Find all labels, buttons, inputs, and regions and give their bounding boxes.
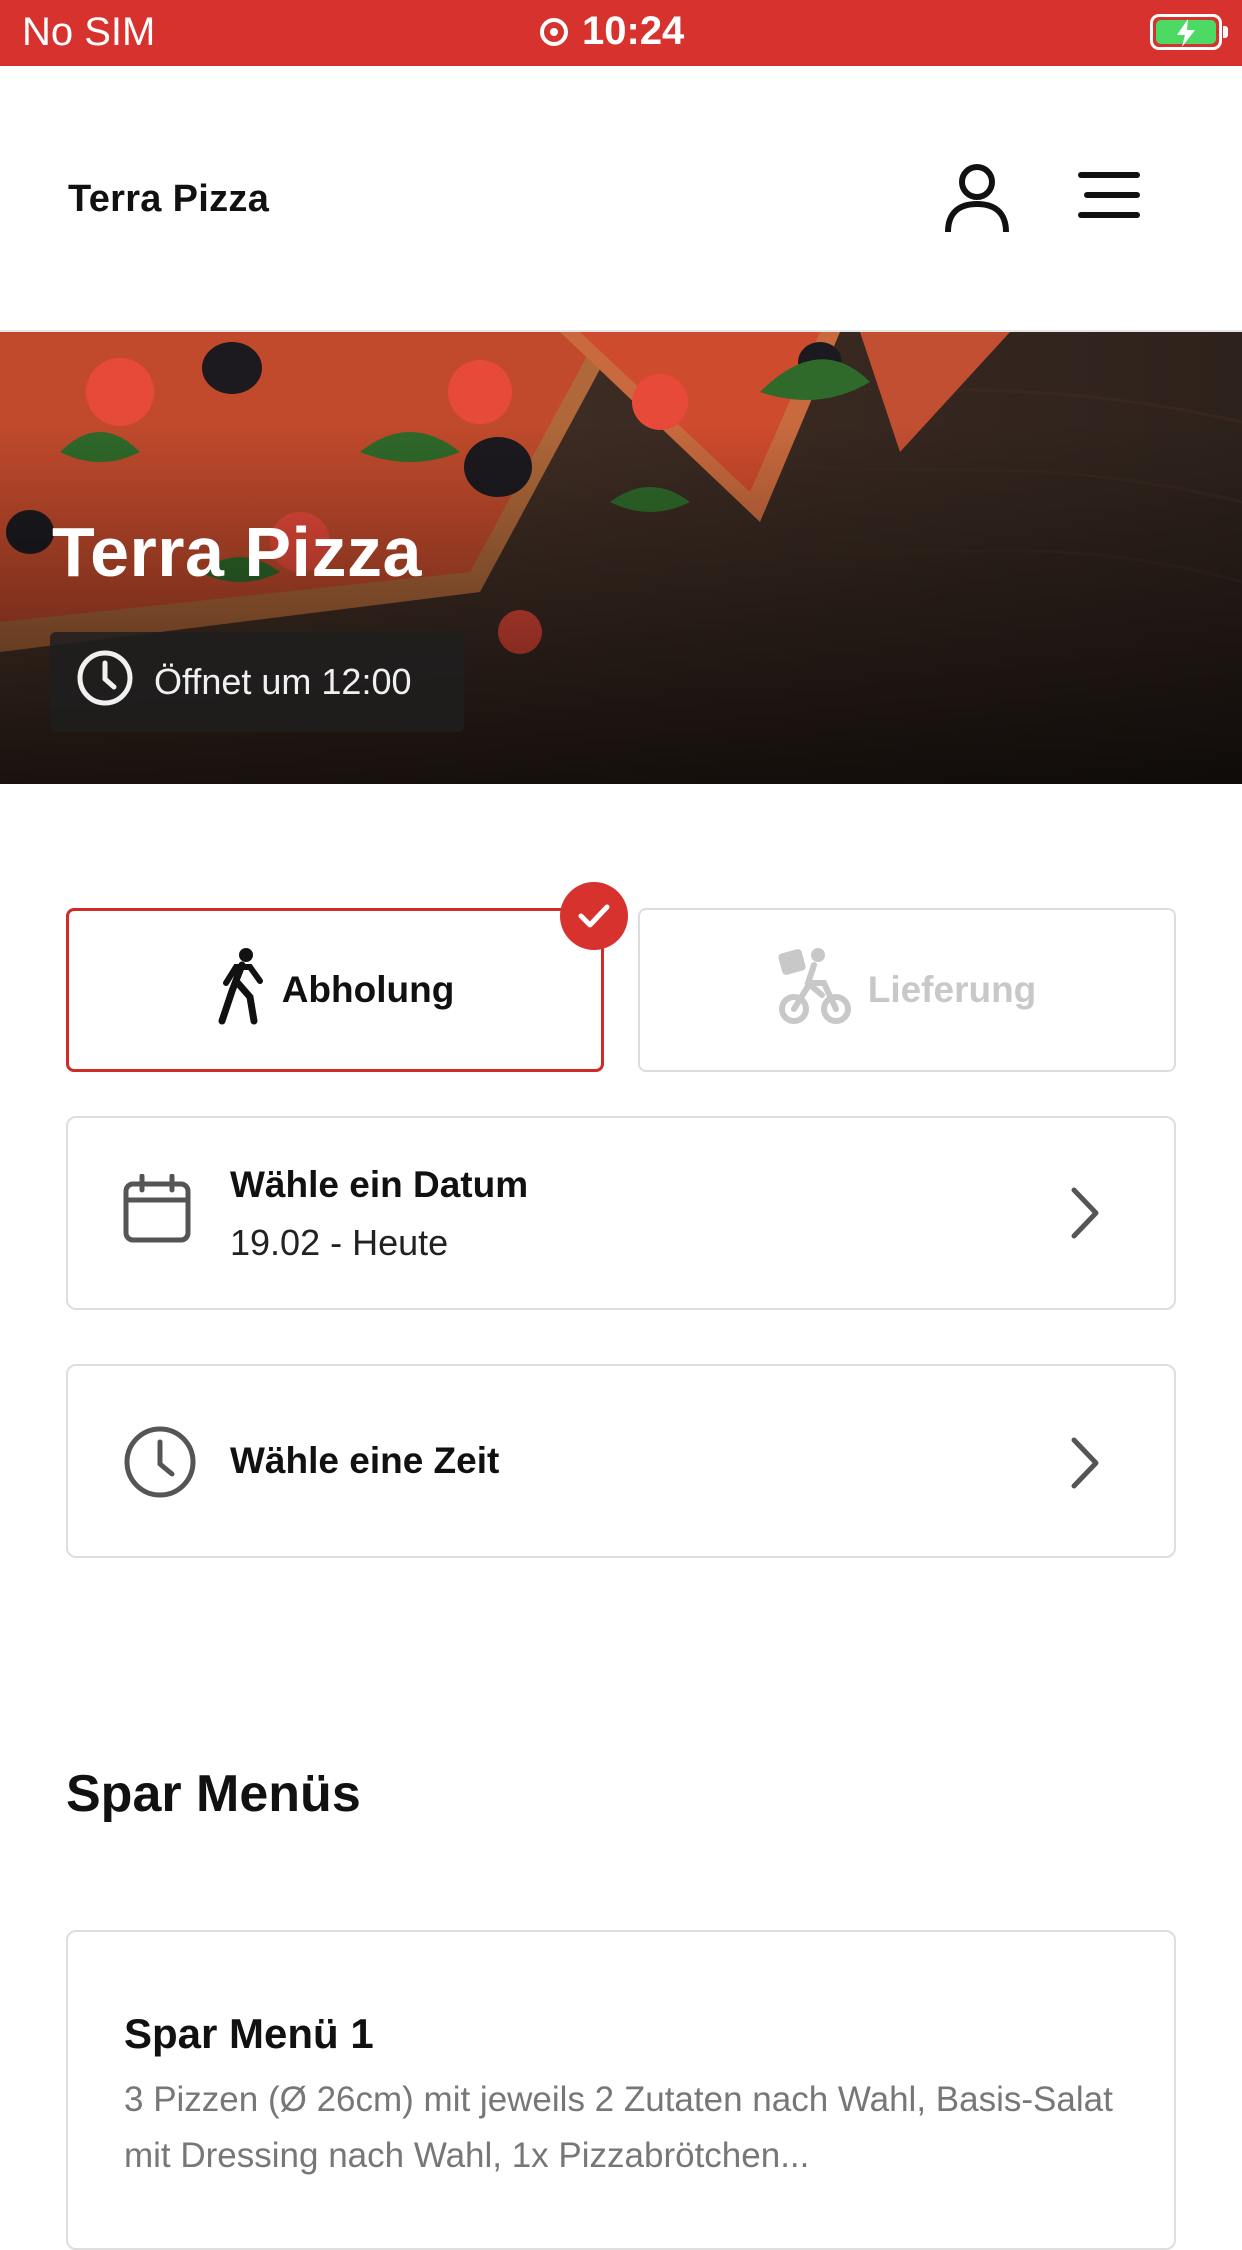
time-selector[interactable]: Wähle eine Zeit [66, 1364, 1176, 1558]
pickup-label: Abholung [281, 969, 455, 1010]
delivery-option[interactable]: Lieferung [638, 908, 1176, 1072]
bicycle-courier-icon [778, 947, 854, 1034]
delivery-label: Lieferung [867, 969, 1037, 1010]
opening-hours-badge: Öffnet um 12:00 [50, 632, 464, 732]
battery-charging-icon [1150, 14, 1228, 50]
hamburger-menu-icon[interactable] [1078, 172, 1142, 223]
brand-name[interactable]: Terra Pizza [68, 178, 269, 221]
date-selector[interactable]: Wähle ein Datum 19.02 - Heute [66, 1116, 1176, 1310]
opening-hours-text: Öffnet um 12:00 [154, 661, 412, 702]
pickup-option[interactable]: Abholung [66, 908, 604, 1072]
app-header: Terra Pizza [0, 66, 1242, 332]
calendar-icon [122, 1173, 192, 1249]
clock-icon [76, 649, 134, 716]
chevron-right-icon [1070, 1186, 1100, 1245]
time-selector-title: Wähle eine Zeit [230, 1440, 500, 1481]
status-time: 10:24 [582, 9, 685, 53]
selected-date-value: 19.02 - Heute [230, 1222, 449, 1263]
selected-check-icon [560, 882, 628, 950]
chevron-right-icon [1070, 1436, 1100, 1495]
hero-banner: Terra Pizza Öffnet um 12:00 [0, 332, 1242, 784]
person-icon[interactable] [942, 162, 1012, 239]
walking-person-icon [216, 947, 268, 1034]
screen-recording-icon [540, 17, 568, 46]
section-title-spar-menus: Spar Menüs [66, 1765, 361, 1823]
clock-icon [122, 1424, 198, 1505]
date-selector-title: Wähle ein Datum [230, 1164, 529, 1205]
menu-item-card[interactable]: Spar Menü 1 3 Pizzen (Ø 26cm) mit jeweil… [66, 1930, 1176, 2250]
status-bar: No SIM 10:24 [0, 0, 1242, 66]
menu-item-title: Spar Menü 1 [124, 2010, 374, 2057]
menu-item-description: 3 Pizzen (Ø 26cm) mit jeweils 2 Zutaten … [124, 2080, 1113, 2175]
status-time-group: 10:24 [540, 9, 684, 54]
restaurant-title: Terra Pizza [52, 513, 422, 591]
carrier-label: No SIM [22, 10, 156, 54]
